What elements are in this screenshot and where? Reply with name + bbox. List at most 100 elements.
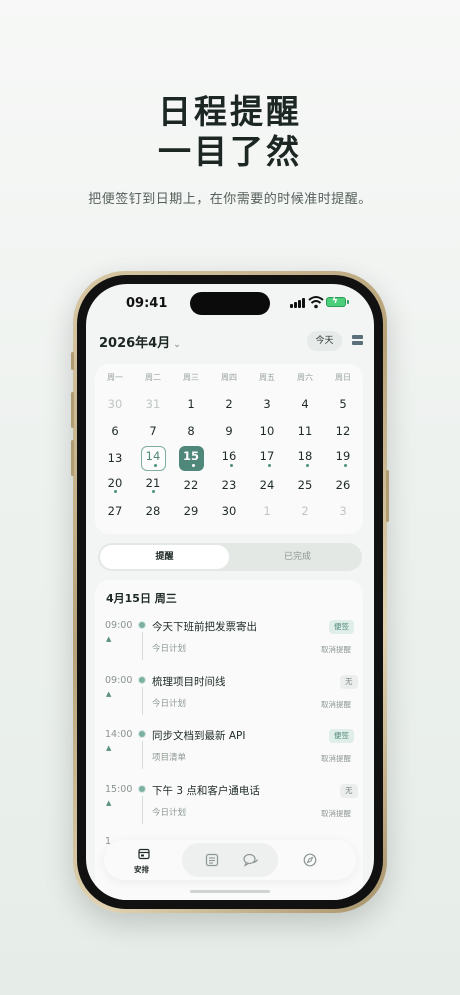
- calendar-day[interactable]: 19: [324, 446, 362, 466]
- calendar-day[interactable]: 3: [324, 501, 362, 521]
- timeline-line: [141, 796, 143, 824]
- calendar-day[interactable]: 31: [134, 394, 172, 414]
- status-time: 09:41: [126, 296, 168, 311]
- timeline-dot: [138, 676, 146, 684]
- phone-power-button: [386, 470, 389, 522]
- calendar-day[interactable]: 6: [96, 421, 134, 441]
- calendar-day[interactable]: 29: [172, 501, 210, 521]
- item-badge: 无: [340, 784, 358, 798]
- reminder-dot: [343, 464, 347, 467]
- item-title: 今天下班前把发票寄出: [152, 621, 257, 633]
- timeline-line: [141, 741, 143, 769]
- calendar-day[interactable]: 12: [324, 421, 362, 441]
- dynamic-island: [190, 292, 270, 315]
- weekday-label: 周四: [221, 373, 237, 382]
- tab-bar: 安排: [104, 840, 356, 880]
- timeline-dot: [138, 621, 146, 629]
- phone-side-button: [71, 352, 74, 370]
- calendar-day[interactable]: 1: [248, 501, 286, 521]
- calendar-day[interactable]: 22: [172, 475, 210, 495]
- wifi-icon: [308, 296, 324, 309]
- timeline-line: [141, 632, 143, 660]
- battery-icon: ϟ: [326, 296, 349, 307]
- timeline-dot: [138, 785, 146, 793]
- status-bar: 09:41 ϟ: [86, 284, 374, 324]
- month-selector[interactable]: 2026年4月 ⌄: [99, 332, 181, 351]
- view-toggle-icon[interactable]: [352, 335, 363, 346]
- calendar-day-today[interactable]: 14: [134, 446, 172, 466]
- weekday-label: 周二: [145, 373, 161, 382]
- calendar-day[interactable]: 9: [210, 421, 248, 441]
- item-title: 下午 3 点和客户通电话: [152, 785, 260, 797]
- reminder-dot: [229, 464, 233, 467]
- calendar-day[interactable]: 4: [286, 394, 324, 414]
- chat-bubbles-icon[interactable]: [243, 853, 259, 867]
- cancel-reminder-button[interactable]: 取消提醒: [321, 699, 351, 710]
- reminder-dot: [267, 464, 271, 467]
- phone-screen: 09:41 ϟ 2026年4月 ⌄ 今天 周一 周二 周三 周四 周五 周六 周日…: [86, 284, 374, 900]
- phone-volume-up: [71, 392, 74, 428]
- item-time: 09:00: [105, 620, 133, 631]
- compass-icon[interactable]: [303, 853, 317, 867]
- chevron-down-icon: ⌄: [173, 340, 181, 350]
- timeline-dot: [138, 730, 146, 738]
- calendar-day[interactable]: 10: [248, 421, 286, 441]
- list-date-heading: 4月15日 周三: [106, 592, 177, 605]
- calendar-day[interactable]: 11: [286, 421, 324, 441]
- calendar-day[interactable]: 2: [286, 501, 324, 521]
- calendar-day[interactable]: 5: [324, 394, 362, 414]
- calendar-day[interactable]: 3: [248, 394, 286, 414]
- item-category: 今日计划: [152, 699, 187, 709]
- calendar-day-selected[interactable]: 15: [172, 446, 210, 466]
- reminder-dot: [113, 490, 117, 493]
- cancel-reminder-button[interactable]: 取消提醒: [321, 753, 351, 764]
- month-label: 2026年4月: [99, 336, 171, 351]
- tab-group: [182, 843, 278, 877]
- notes-list-icon[interactable]: [205, 853, 219, 867]
- cancel-reminder-button[interactable]: 取消提醒: [321, 644, 351, 655]
- segment-reminders[interactable]: 提醒: [100, 545, 229, 569]
- calendar-day[interactable]: 7: [134, 421, 172, 441]
- calendar-day[interactable]: 2: [210, 394, 248, 414]
- weekday-label: 周日: [335, 373, 351, 382]
- item-badge: 便签: [329, 620, 354, 634]
- item-time: 09:00: [105, 675, 133, 686]
- bell-icon: ▲: [106, 799, 112, 807]
- calendar-icon: [138, 848, 150, 860]
- calendar-day[interactable]: 8: [172, 421, 210, 441]
- calendar-day[interactable]: 28: [134, 501, 172, 521]
- calendar-day[interactable]: 1: [172, 394, 210, 414]
- calendar-day[interactable]: 13: [96, 448, 134, 468]
- home-indicator: [190, 890, 270, 893]
- weekday-label: 周一: [107, 373, 123, 382]
- timeline-line: [141, 687, 143, 715]
- reminder-dot: [151, 490, 155, 493]
- bell-icon: ▲: [106, 635, 112, 643]
- cancel-reminder-button[interactable]: 取消提醒: [321, 808, 351, 819]
- calendar-day[interactable]: 30: [96, 394, 134, 414]
- calendar-day[interactable]: 25: [286, 475, 324, 495]
- calendar-day[interactable]: 23: [210, 475, 248, 495]
- reminder-dot: [305, 464, 309, 467]
- today-button[interactable]: 今天: [307, 331, 342, 351]
- calendar-day[interactable]: 30: [210, 501, 248, 521]
- bell-icon: ▲: [106, 690, 112, 698]
- item-category: 项目清单: [152, 753, 187, 763]
- item-badge: 无: [340, 675, 358, 689]
- weekday-label: 周五: [259, 373, 275, 382]
- calendar-day[interactable]: 16: [210, 446, 248, 466]
- item-time: 15:00: [105, 784, 133, 795]
- segment-completed[interactable]: 已完成: [235, 545, 360, 569]
- tab-schedule-label: 安排: [134, 865, 149, 874]
- calendar-day[interactable]: 24: [248, 475, 286, 495]
- status-segmented-control: 提醒 已完成: [98, 543, 362, 571]
- calendar-card: 周一 周二 周三 周四 周五 周六 周日 30 31 1 2 3 4 5 6 7…: [95, 364, 363, 534]
- calendar-day[interactable]: 27: [96, 501, 134, 521]
- cellular-signal-icon: [290, 298, 306, 308]
- calendar-day[interactable]: 18: [286, 446, 324, 466]
- calendar-day[interactable]: 26: [324, 475, 362, 495]
- bell-icon: ▲: [106, 744, 112, 752]
- calendar-day[interactable]: 17: [248, 446, 286, 466]
- weekday-label: 周六: [297, 373, 313, 382]
- item-badge: 便签: [329, 729, 354, 743]
